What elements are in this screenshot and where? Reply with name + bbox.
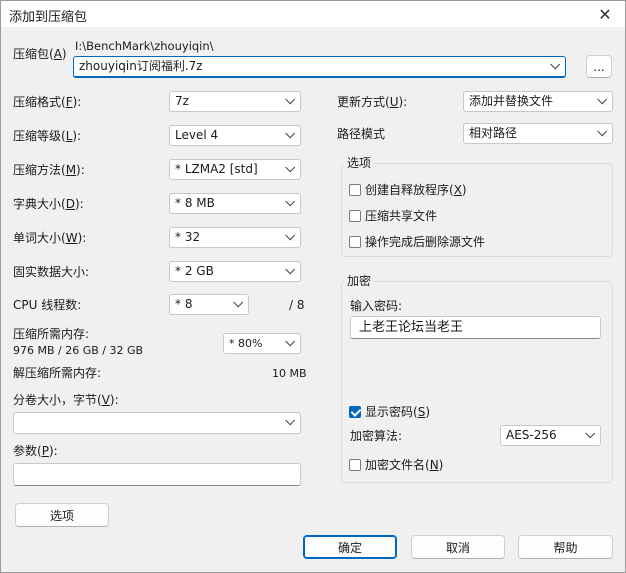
level-combo[interactable]: Level 4 bbox=[169, 125, 301, 146]
solid-label: 固实数据大小: bbox=[13, 265, 90, 279]
archive-name-combo[interactable]: zhouyiqin订阅福利.7z bbox=[73, 56, 566, 78]
chevron-down-icon bbox=[598, 130, 606, 138]
mem-comp-value: * 80% bbox=[229, 337, 263, 350]
format-combo[interactable]: 7z bbox=[169, 91, 301, 112]
archive-label: 压缩包(A) bbox=[13, 47, 67, 61]
help-button[interactable]: 帮助 bbox=[518, 535, 613, 559]
window-title: 添加到压缩包 bbox=[9, 10, 88, 25]
params-input[interactable] bbox=[13, 463, 301, 486]
threads-label: CPU 线程数: bbox=[13, 298, 82, 312]
level-label: 压缩等级(L): bbox=[13, 129, 82, 143]
split-label: 分卷大小，字节(V): bbox=[13, 393, 119, 407]
threads-value: * 8 bbox=[175, 297, 193, 311]
encryption-method-combo[interactable]: AES-256 bbox=[500, 425, 601, 446]
chevron-down-icon bbox=[598, 98, 606, 106]
encryption-method-label: 加密算法: bbox=[350, 429, 403, 443]
chevron-down-icon bbox=[286, 132, 294, 140]
word-label: 单词大小(W): bbox=[13, 231, 87, 245]
encrypt-names-row[interactable]: 加密文件名(N) bbox=[349, 456, 443, 473]
mem-comp-combo[interactable]: * 80% bbox=[223, 333, 301, 354]
sfx-checkbox-row[interactable]: 创建自释放程序(X) bbox=[349, 181, 467, 198]
path-mode-combo[interactable]: 相对路径 bbox=[463, 123, 613, 144]
add-to-archive-dialog: 添加到压缩包 ✕ 压缩包(A) I:\BenchMark\zhouyiqin\ … bbox=[0, 0, 626, 573]
mem-comp-detail: 976 MB / 26 GB / 32 GB bbox=[13, 344, 144, 357]
show-password-checkbox[interactable] bbox=[349, 405, 361, 418]
shared-checkbox-row[interactable]: 压缩共享文件 bbox=[349, 207, 437, 224]
threads-max: / 8 bbox=[289, 298, 305, 312]
shared-checkbox[interactable] bbox=[349, 209, 361, 222]
word-combo[interactable]: * 32 bbox=[169, 227, 301, 248]
split-combo[interactable] bbox=[13, 412, 301, 434]
ok-button[interactable]: 确定 bbox=[303, 535, 397, 559]
method-label: 压缩方法(M): bbox=[13, 163, 85, 177]
browse-button[interactable]: ... bbox=[586, 55, 612, 78]
sfx-checkbox-label: 创建自释放程序(X) bbox=[365, 183, 467, 197]
mem-comp-label: 压缩所需内存: bbox=[13, 327, 90, 341]
chevron-down-icon bbox=[286, 166, 294, 174]
shared-checkbox-label: 压缩共享文件 bbox=[365, 209, 438, 223]
dict-combo[interactable]: * 8 MB bbox=[169, 193, 301, 214]
ok-button-label: 确定 bbox=[337, 540, 362, 555]
solid-combo[interactable]: * 2 GB bbox=[169, 261, 301, 282]
path-mode-value: 相对路径 bbox=[469, 126, 518, 140]
chevron-down-icon bbox=[286, 268, 294, 276]
chevron-down-icon bbox=[234, 301, 242, 309]
update-combo[interactable]: 添加并替换文件 bbox=[463, 91, 613, 112]
options-button[interactable]: 选项 bbox=[15, 503, 109, 527]
browse-button-label: ... bbox=[593, 59, 605, 74]
chevron-down-icon bbox=[286, 98, 294, 106]
chevron-down-icon bbox=[286, 340, 294, 348]
params-label: 参数(P): bbox=[13, 444, 58, 458]
title-bar: 添加到压缩包 ✕ bbox=[1, 1, 625, 27]
chevron-down-icon bbox=[286, 419, 294, 427]
method-value: * LZMA2 [std] bbox=[175, 162, 258, 176]
delete-checkbox-row[interactable]: 操作完成后删除源文件 bbox=[349, 233, 485, 250]
encrypt-names-label: 加密文件名(N) bbox=[365, 458, 444, 472]
word-value: * 32 bbox=[175, 230, 201, 244]
archive-path: I:\BenchMark\zhouyiqin\ bbox=[75, 39, 214, 53]
path-mode-label: 路径模式 bbox=[337, 127, 386, 141]
dict-label: 字典大小(D): bbox=[13, 197, 84, 211]
threads-combo[interactable]: * 8 bbox=[169, 294, 249, 315]
solid-value: * 2 GB bbox=[175, 264, 214, 278]
mem-decomp-value: 10 MB bbox=[272, 367, 307, 380]
show-password-label: 显示密码(S) bbox=[365, 405, 430, 419]
chevron-down-icon bbox=[286, 234, 294, 242]
close-icon: ✕ bbox=[598, 4, 612, 24]
chevron-down-icon bbox=[286, 200, 294, 208]
delete-checkbox-label: 操作完成后删除源文件 bbox=[365, 235, 486, 249]
level-value: Level 4 bbox=[175, 128, 219, 142]
mem-decomp-label: 解压缩所需内存: bbox=[13, 366, 102, 380]
encryption-group-title: 加密 bbox=[344, 274, 375, 289]
help-button-label: 帮助 bbox=[553, 540, 578, 555]
close-button[interactable]: ✕ bbox=[585, 1, 625, 27]
update-value: 添加并替换文件 bbox=[469, 94, 554, 108]
options-button-label: 选项 bbox=[49, 508, 74, 523]
chevron-down-icon bbox=[586, 432, 594, 440]
delete-checkbox[interactable] bbox=[349, 235, 361, 248]
encrypt-names-checkbox[interactable] bbox=[349, 458, 361, 471]
password-input[interactable]: 上老王论坛当老王 bbox=[350, 316, 601, 339]
encryption-method-value: AES-256 bbox=[506, 428, 557, 442]
show-password-row[interactable]: 显示密码(S) bbox=[349, 403, 430, 420]
format-label: 压缩格式(F): bbox=[13, 95, 82, 109]
password-label: 输入密码: bbox=[350, 299, 403, 313]
cancel-button[interactable]: 取消 bbox=[411, 535, 505, 559]
options-group-title: 选项 bbox=[344, 156, 375, 171]
chevron-down-icon bbox=[551, 63, 559, 71]
cancel-button-label: 取消 bbox=[445, 540, 470, 555]
archive-name-value: zhouyiqin订阅福利.7z bbox=[79, 59, 203, 73]
sfx-checkbox[interactable] bbox=[349, 183, 361, 196]
format-value: 7z bbox=[175, 94, 189, 108]
method-combo[interactable]: * LZMA2 [std] bbox=[169, 159, 301, 180]
dict-value: * 8 MB bbox=[175, 196, 215, 210]
update-label: 更新方式(U): bbox=[337, 95, 408, 109]
